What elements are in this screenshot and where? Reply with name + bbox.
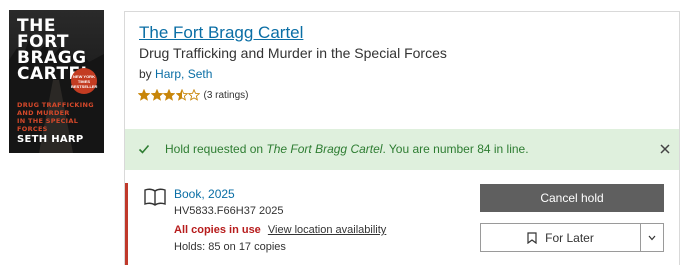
- star-icon: [138, 89, 150, 101]
- rating[interactable]: (3 ratings): [138, 89, 249, 101]
- cover-badge: NEW YORK TIMES BESTSELLER: [71, 68, 97, 94]
- star-icon: [150, 89, 163, 101]
- book-cover[interactable]: THE FORT BRAGG CARTEL NEW YORK TIMES BES…: [9, 10, 104, 153]
- star-icon: [175, 89, 188, 101]
- for-later-group: For Later: [480, 223, 664, 252]
- view-location-link[interactable]: View location availability: [268, 224, 386, 236]
- bookmark-icon: [527, 231, 537, 244]
- format-link[interactable]: Book, 2025: [174, 187, 235, 201]
- result-card: The Fort Bragg Cartel Drug Trafficking a…: [124, 11, 680, 265]
- availability: All copies in use View location availabi…: [174, 224, 386, 236]
- hold-success-alert: Hold requested on The Fort Bragg Cartel.…: [125, 129, 679, 170]
- cover-subtitle: DRUG TRAFFICKING AND MURDER IN THE SPECI…: [17, 101, 94, 133]
- holds-count: Holds: 85 on 17 copies: [174, 241, 286, 253]
- book-title-link[interactable]: The Fort Bragg Cartel: [139, 23, 303, 43]
- cover-author: SETH HARP: [17, 134, 84, 145]
- for-later-dropdown[interactable]: [641, 224, 663, 251]
- book-icon: [144, 188, 166, 206]
- alert-book-title: The Fort Bragg Cartel: [266, 142, 383, 156]
- alert-message: Hold requested on The Fort Bragg Cartel.…: [165, 142, 529, 156]
- cancel-hold-button[interactable]: Cancel hold: [480, 184, 664, 212]
- close-icon[interactable]: [659, 143, 671, 155]
- author-link[interactable]: Harp, Seth: [155, 67, 212, 81]
- call-number: HV5833.F66H37 2025: [174, 205, 284, 217]
- byline: by Harp, Seth: [139, 67, 212, 81]
- check-icon: [138, 144, 150, 154]
- by-prefix: by: [139, 67, 152, 81]
- star-icon: [163, 89, 175, 101]
- for-later-label: For Later: [545, 230, 594, 245]
- book-subtitle: Drug Trafficking and Murder in the Speci…: [139, 45, 447, 61]
- format-row: Book, 2025 HV5833.F66H37 2025 All copies…: [125, 183, 679, 265]
- for-later-button[interactable]: For Later: [481, 224, 641, 251]
- star-icon: [188, 89, 200, 101]
- rating-stars: [138, 89, 201, 101]
- chevron-down-icon: [648, 235, 656, 240]
- rating-count: (3 ratings): [203, 89, 249, 101]
- availability-status: All copies in use: [174, 224, 261, 236]
